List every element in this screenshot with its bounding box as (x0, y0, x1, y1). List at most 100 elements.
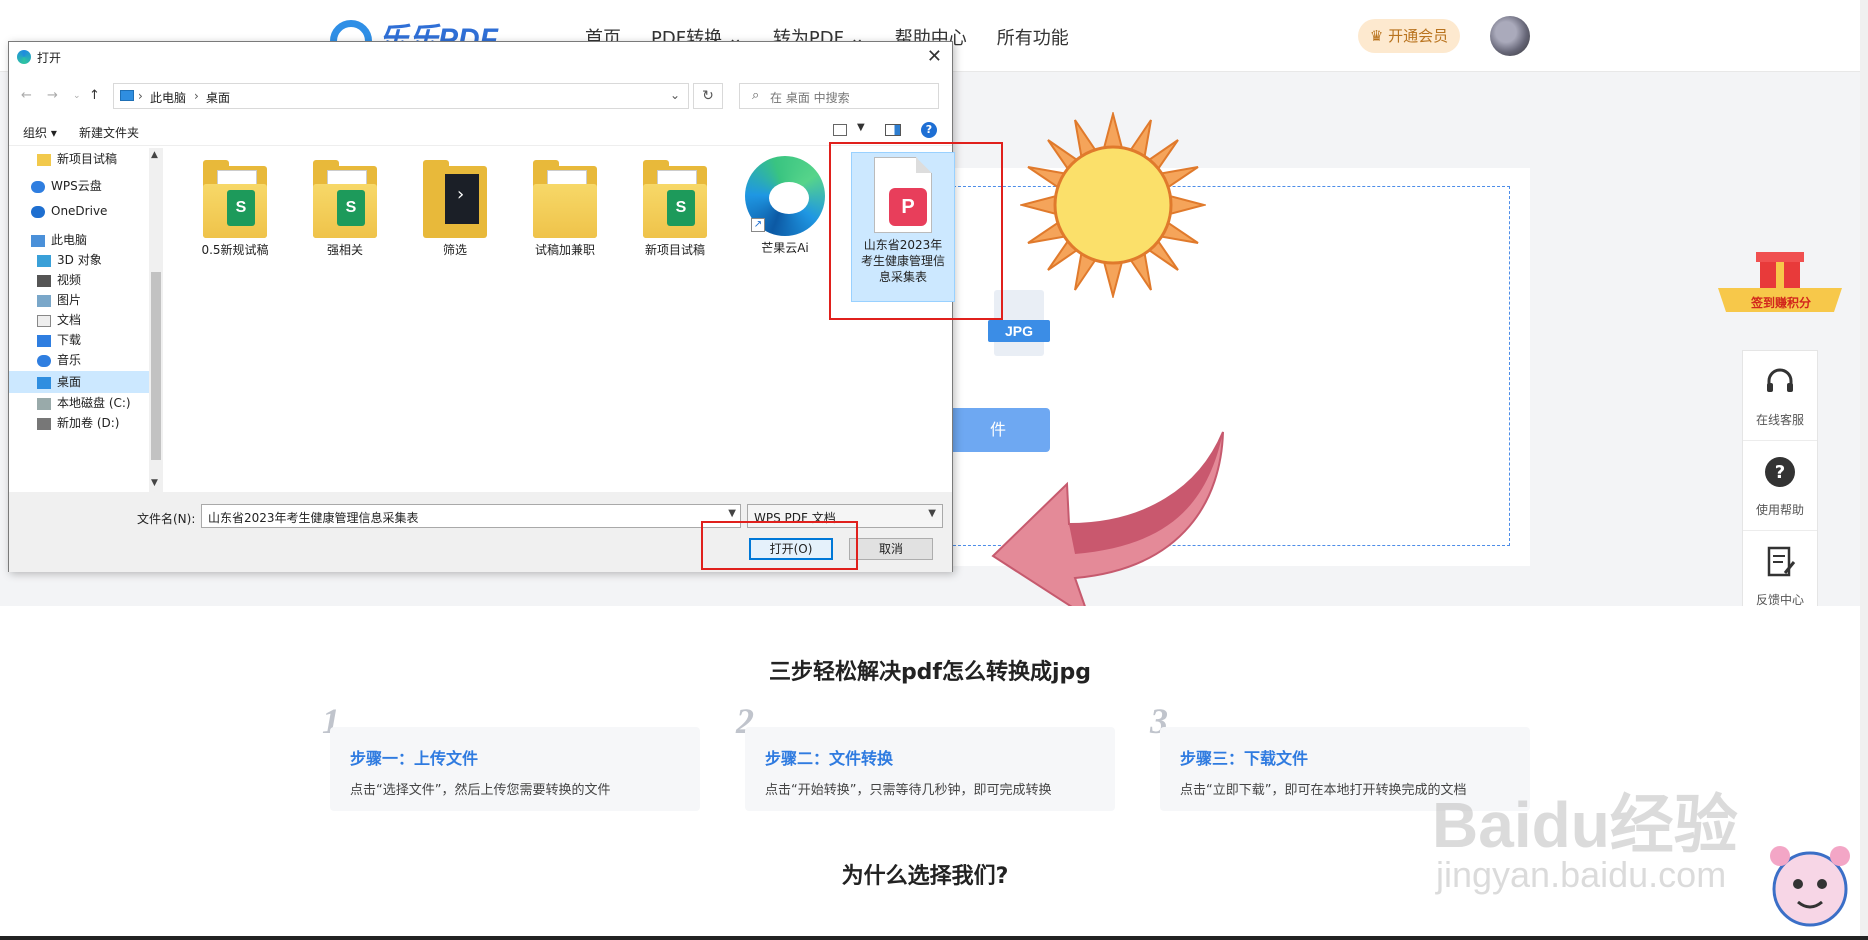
chevron-right-icon: › (138, 89, 143, 103)
vip-icon: ♛ (1369, 27, 1389, 45)
question-icon: ? (1765, 457, 1795, 487)
step-card: 步骤一：上传文件 点击“选择文件”，然后上传您需要转换的文件 (330, 727, 700, 811)
nav-all-features[interactable]: 所有功能 (997, 24, 1069, 50)
back-arrow-icon[interactable]: ← (21, 88, 32, 103)
new-folder-button[interactable]: 新建文件夹 (79, 124, 139, 141)
folder-icon: S (203, 160, 267, 238)
watermark-url: jingyan.baidu.com (1436, 854, 1727, 895)
chevron-down-icon[interactable]: ▼ (857, 122, 865, 133)
file-item-shortcut[interactable]: ↗ 芒果云Ai (735, 156, 835, 256)
tree-item-videos[interactable]: 视频 (37, 271, 149, 293)
chevron-down-icon[interactable]: ▼ (728, 508, 736, 519)
search-icon: ⌕ (752, 88, 760, 103)
avatar[interactable] (1490, 16, 1530, 56)
tree-scrollbar[interactable]: ▲ ▼ (149, 148, 163, 492)
chevron-down-icon[interactable]: ▼ (151, 478, 158, 488)
view-options-icon[interactable] (833, 124, 847, 136)
vip-button[interactable]: ♛ 开通会员 (1358, 19, 1460, 53)
3d-objects-icon (37, 254, 51, 267)
chevron-down-icon: ▼ (928, 508, 936, 519)
tree-item-pictures[interactable]: 图片 (37, 291, 149, 313)
command-bar: 组织 ▾ 新建文件夹 ▼ ? (9, 116, 952, 146)
usage-help-button[interactable]: ? 使用帮助 (1743, 441, 1817, 531)
tree-item-drive-d[interactable]: 新加卷 (D:) (37, 414, 149, 436)
computer-icon (31, 234, 45, 247)
preview-pane-icon[interactable] (885, 124, 901, 136)
organize-menu[interactable]: 组织 ▾ (23, 124, 57, 141)
address-row: ← → ⌄ ↑ › 此电脑 › 桌面 ⌄ ↻ ⌕ 在 桌面 中搜索 (9, 78, 952, 114)
svg-text:?: ? (1775, 462, 1785, 483)
headset-icon (1767, 368, 1793, 392)
tree-item-drive-c[interactable]: 本地磁盘 (C:) (37, 394, 149, 416)
pictures-icon (37, 294, 51, 307)
tree-item-this-pc[interactable]: 此电脑 (31, 231, 149, 253)
signin-gift-badge[interactable]: 签到赚积分 (1718, 246, 1842, 318)
bottom-edge (0, 936, 1868, 940)
highlight-selected-file (829, 142, 1003, 320)
tree-item-onedrive[interactable]: OneDrive (31, 204, 149, 226)
up-arrow-icon[interactable]: ↑ (89, 88, 100, 103)
refresh-button[interactable]: ↻ (693, 83, 723, 109)
file-item-folder[interactable]: S 新项目试稿 (625, 160, 725, 258)
chevron-up-icon[interactable]: ▲ (151, 150, 158, 160)
folder-icon (37, 153, 51, 166)
open-file-dialog: 打开 ✕ ← → ⌄ ↑ › 此电脑 › 桌面 ⌄ ↻ ⌕ 在 桌面 中搜索 组… (8, 41, 955, 572)
folder-icon (423, 160, 487, 238)
file-item-folder[interactable]: S 强相关 (295, 160, 395, 258)
breadcrumb-current[interactable]: 桌面 (206, 89, 230, 106)
cancel-button[interactable]: 取消 (849, 538, 933, 560)
curved-arrow-decoration (991, 431, 1224, 621)
desktop-icon (37, 376, 51, 389)
folder-icon: S (313, 160, 377, 238)
file-item-folder[interactable]: S 0.5新规试稿 (185, 160, 285, 258)
music-icon (37, 354, 51, 367)
address-bar[interactable]: › 此电脑 › 桌面 ⌄ (113, 83, 689, 109)
tree-item-desktop[interactable]: 桌面 (9, 371, 149, 393)
tree-item-wps-cloud[interactable]: WPS云盘 (31, 177, 149, 199)
edge-browser-icon: ↗ (745, 156, 825, 236)
folder-icon (533, 160, 597, 238)
video-icon (37, 274, 51, 287)
page-scrollbar[interactable] (1860, 0, 1868, 940)
breadcrumb-root[interactable]: 此电脑 (150, 89, 186, 106)
dialog-titlebar[interactable]: 打开 ✕ (9, 42, 952, 72)
drive-icon (37, 417, 51, 430)
onedrive-icon (31, 205, 45, 218)
close-icon[interactable]: ✕ (927, 46, 942, 67)
navigation-pane: 新项目试稿 WPS云盘 OneDrive 此电脑 3D 对象 视频 图片 文档 … (9, 148, 161, 492)
tree-item-new-project[interactable]: 新项目试稿 (37, 150, 149, 172)
dialog-title: 打开 (37, 51, 62, 65)
file-item-folder[interactable]: 试稿加兼职 (515, 160, 615, 258)
folder-icon: S (643, 160, 707, 238)
feedback-icon (1767, 546, 1796, 577)
sun-decoration (1020, 112, 1206, 298)
filename-input[interactable]: 山东省2023年考生健康管理信息采集表 ▼ (201, 504, 741, 528)
recent-chevron-icon[interactable]: ⌄ (73, 91, 81, 101)
computer-icon (120, 90, 134, 101)
forward-arrow-icon[interactable]: → (47, 88, 58, 103)
file-item-folder[interactable]: 筛选 (405, 160, 505, 258)
download-icon (37, 334, 51, 347)
cartoon-sticker-decoration (1770, 846, 1850, 927)
scrollbar-thumb[interactable] (151, 272, 161, 460)
tree-item-downloads[interactable]: 下载 (37, 331, 149, 353)
step-card: 步骤二：文件转换 点击“开始转换”，只需等待几秒钟，即可完成转换 (745, 727, 1115, 811)
chevron-down-icon[interactable]: ⌄ (670, 88, 680, 102)
documents-icon (37, 314, 51, 327)
edge-icon (17, 50, 31, 64)
tree-item-music[interactable]: 音乐 (37, 351, 149, 373)
help-icon[interactable]: ? (921, 122, 937, 138)
watermark: Baidu经验 (1432, 789, 1738, 861)
tree-item-3d-objects[interactable]: 3D 对象 (37, 251, 149, 273)
tree-item-documents[interactable]: 文档 (37, 311, 149, 333)
search-placeholder: 在 桌面 中搜索 (770, 91, 850, 105)
highlight-open-button (701, 521, 858, 570)
side-rail: 在线客服 ? 使用帮助 反馈中心 (1742, 350, 1818, 622)
search-input[interactable]: ⌕ 在 桌面 中搜索 (739, 83, 939, 109)
online-support-button[interactable]: 在线客服 (1743, 351, 1817, 441)
steps-title: 三步轻松解决pdf怎么转换成jpg (768, 660, 1092, 685)
filename-label: 文件名(N): (137, 512, 196, 526)
cloud-icon (31, 180, 45, 193)
chevron-right-icon: › (194, 89, 199, 103)
shortcut-arrow-icon: ↗ (751, 218, 765, 232)
